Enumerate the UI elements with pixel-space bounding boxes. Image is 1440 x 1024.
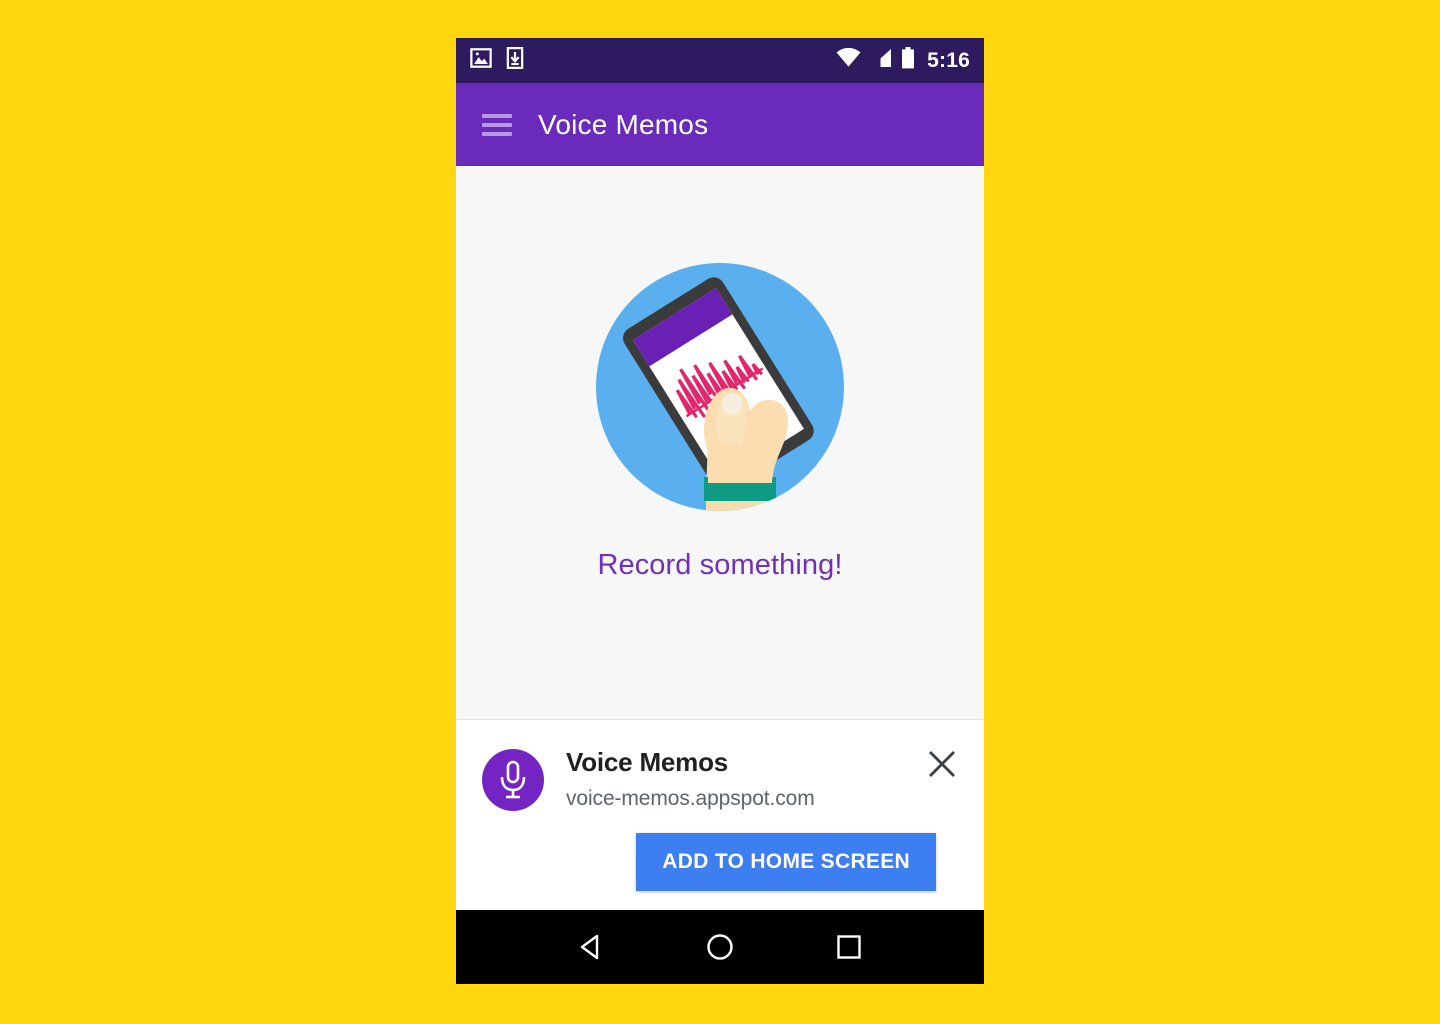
recents-square-icon bbox=[837, 935, 862, 959]
install-banner-title: Voice Memos bbox=[566, 747, 729, 777]
install-banner: Voice Memos voice-memos.appspot.com ADD … bbox=[456, 720, 984, 910]
install-banner-url: voice-memos.appspot.com bbox=[566, 787, 815, 810]
status-bar-clock: 5:16 bbox=[927, 48, 970, 72]
install-banner-actions: ADD TO HOME SCREEN bbox=[482, 833, 958, 891]
home-circle-icon bbox=[707, 934, 733, 960]
download-icon bbox=[506, 47, 524, 74]
app-bar: Voice Memos bbox=[456, 83, 984, 166]
empty-state-label: Record something! bbox=[597, 549, 843, 581]
add-to-home-screen-button[interactable]: ADD TO HOME SCREEN bbox=[636, 833, 936, 891]
hand-holding-phone-recording-illustration bbox=[596, 263, 844, 511]
nav-home-button[interactable] bbox=[692, 919, 748, 975]
install-banner-texts: Voice Memos voice-memos.appspot.com bbox=[566, 746, 815, 811]
status-bar-right-icons: 5:16 bbox=[836, 47, 970, 74]
image-icon bbox=[470, 47, 492, 74]
page-title: Voice Memos bbox=[538, 108, 709, 140]
close-icon[interactable] bbox=[924, 746, 960, 782]
android-nav-bar bbox=[456, 910, 984, 984]
install-banner-row: Voice Memos voice-memos.appspot.com bbox=[482, 746, 958, 811]
status-bar: 5:16 bbox=[456, 38, 984, 83]
main-content: Record something! bbox=[456, 166, 984, 720]
back-triangle-icon bbox=[580, 934, 598, 960]
hamburger-menu-icon[interactable] bbox=[482, 113, 512, 136]
empty-state: Record something! bbox=[596, 263, 844, 582]
microphone-icon bbox=[500, 760, 526, 799]
nav-back-button[interactable] bbox=[563, 919, 619, 975]
screenshot-canvas: 5:16 Voice Memos Record something! Voice… bbox=[0, 0, 1440, 1024]
cellular-signal-icon bbox=[870, 48, 892, 73]
phone-screen: 5:16 Voice Memos Record something! Voice… bbox=[456, 38, 984, 984]
wifi-icon bbox=[836, 47, 861, 73]
status-bar-left-icons bbox=[470, 47, 524, 74]
battery-icon bbox=[901, 47, 915, 74]
nav-recents-button[interactable] bbox=[821, 919, 877, 975]
app-icon-badge bbox=[482, 749, 544, 811]
